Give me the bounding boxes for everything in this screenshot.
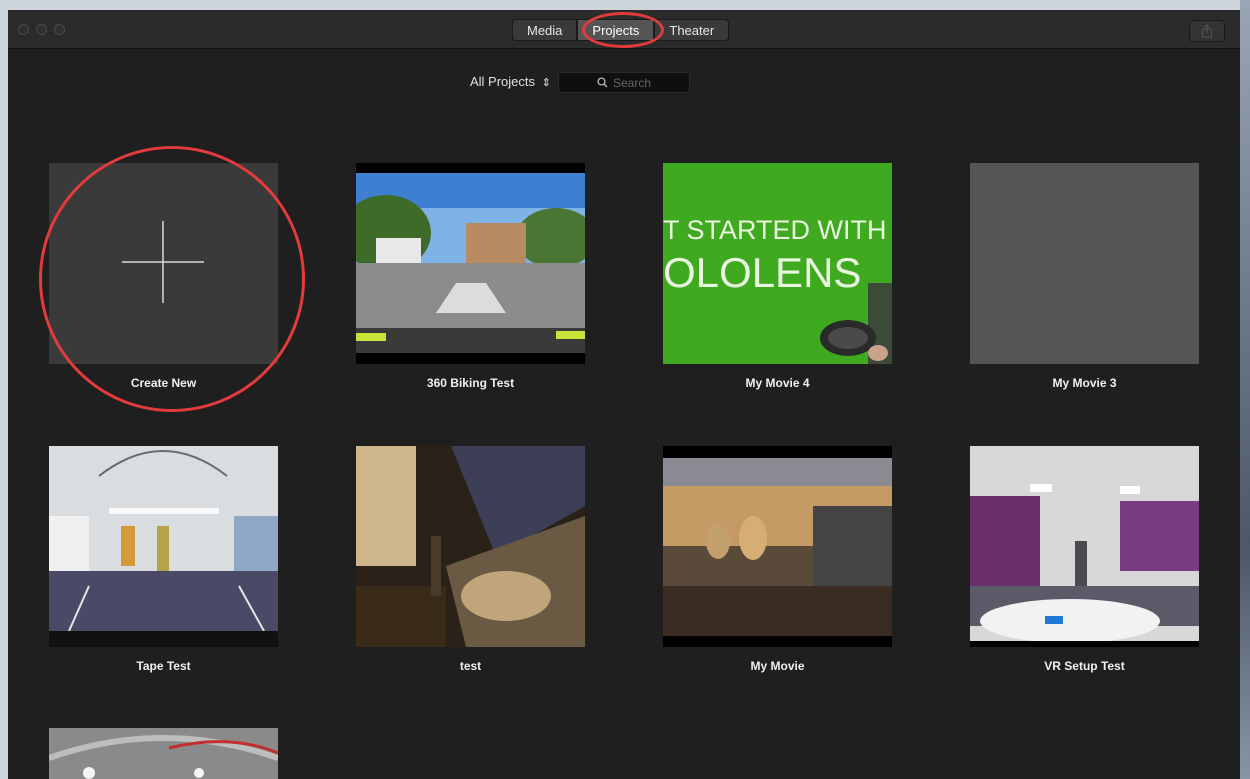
project-tile[interactable]: T STARTED WITH OLOLENS My Movie 4 bbox=[663, 163, 892, 403]
thumbnail-image bbox=[356, 446, 585, 647]
close-window-button[interactable] bbox=[18, 24, 29, 35]
plus-icon bbox=[122, 221, 204, 303]
thumbnail-image bbox=[820, 283, 892, 364]
project-tile[interactable]: Create New bbox=[49, 163, 278, 403]
thumbnail-image bbox=[49, 446, 278, 647]
blurry-room-thumbnail[interactable] bbox=[356, 446, 585, 647]
project-tile[interactable]: My Movie 3 bbox=[970, 163, 1199, 403]
thumbnail-image bbox=[49, 728, 278, 779]
project-tile[interactable] bbox=[49, 728, 278, 779]
filter-bar: All Projects ⇕ Search bbox=[8, 72, 1240, 94]
thumbnail-image bbox=[663, 446, 892, 647]
search-input[interactable]: Search bbox=[558, 72, 690, 93]
guitar-room-thumbnail[interactable] bbox=[663, 446, 892, 647]
project-title: Tape Test bbox=[136, 659, 191, 673]
search-icon bbox=[597, 77, 608, 88]
tab-media[interactable]: Media bbox=[512, 19, 578, 41]
minimize-window-button[interactable] bbox=[36, 24, 47, 35]
green-screen-thumbnail[interactable]: T STARTED WITH OLOLENS bbox=[663, 163, 892, 364]
zoom-window-button[interactable] bbox=[54, 24, 65, 35]
tab-theater[interactable]: Theater bbox=[654, 19, 730, 41]
projects-filter-label: All Projects bbox=[470, 74, 536, 89]
project-title: My Movie 3 bbox=[1052, 376, 1117, 390]
title-bar: Media Projects Theater bbox=[8, 10, 1240, 49]
project-tile[interactable]: Tape Test bbox=[49, 446, 278, 686]
imovie-window: Media Projects Theater All Projects ⇕ Se… bbox=[8, 10, 1240, 779]
project-title: VR Setup Test bbox=[1044, 659, 1125, 673]
project-title: Create New bbox=[130, 376, 197, 390]
search-placeholder: Search bbox=[612, 75, 652, 90]
office-panorama-thumbnail[interactable] bbox=[49, 446, 278, 647]
partial-panorama-thumbnail[interactable] bbox=[49, 728, 278, 779]
project-title: My Movie bbox=[750, 659, 805, 673]
project-tile[interactable]: My Movie bbox=[663, 446, 892, 686]
create-new-thumbnail[interactable] bbox=[49, 163, 278, 364]
blank-thumbnail[interactable] bbox=[970, 163, 1199, 364]
thumbnail-image bbox=[356, 173, 585, 364]
tab-projects[interactable]: Projects bbox=[577, 19, 655, 41]
project-title: My Movie 4 bbox=[745, 376, 810, 390]
share-button[interactable] bbox=[1189, 20, 1225, 42]
project-tile[interactable]: test bbox=[356, 446, 585, 686]
projects-filter-select[interactable]: All Projects ⇕ bbox=[470, 74, 551, 89]
purple-office-thumbnail[interactable] bbox=[970, 446, 1199, 647]
desktop-background bbox=[1240, 0, 1250, 779]
project-title: 360 Biking Test bbox=[426, 376, 515, 390]
thumbnail-image bbox=[970, 446, 1199, 647]
street-panorama-thumbnail[interactable] bbox=[356, 163, 585, 364]
project-title: test bbox=[459, 659, 482, 673]
view-switcher: Media Projects Theater bbox=[512, 19, 730, 41]
project-tile[interactable]: VR Setup Test bbox=[970, 446, 1199, 686]
share-icon bbox=[1202, 24, 1212, 38]
updown-chevron-icon: ⇕ bbox=[541, 77, 551, 89]
project-tile[interactable]: 360 Biking Test bbox=[356, 163, 585, 403]
